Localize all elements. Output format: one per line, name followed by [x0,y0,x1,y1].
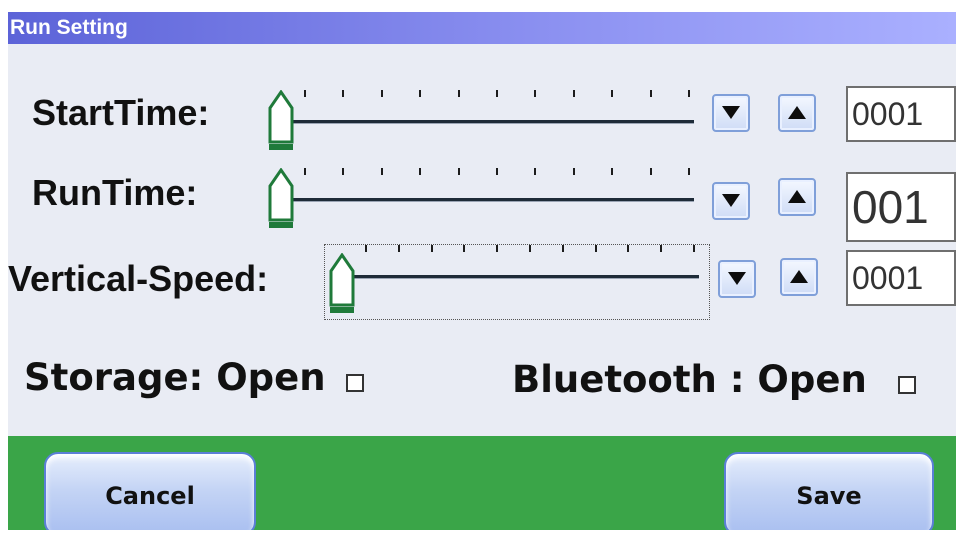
vertical-speed-value-field[interactable]: 0001 [846,250,956,306]
slider-tick [496,168,498,175]
runtime-label: RunTime: [32,172,198,213]
slider-tick [649,168,652,175]
runtime-decrease-button[interactable] [712,182,750,220]
slider-ticks [304,90,690,104]
slider-tick [688,168,690,175]
slider-tick [572,90,575,97]
slider-tick [419,168,422,175]
slider-tick [342,90,345,97]
slider-ticks [304,168,690,182]
vertical-speed-slider[interactable] [324,244,710,320]
slider-tick [365,245,367,252]
starttime-slider[interactable] [264,90,704,160]
slider-tick [594,245,597,252]
starttime-label: StartTime: [32,92,210,133]
slider-tick [534,168,537,175]
slider-tick [561,245,564,252]
storage-checkbox[interactable] [346,374,364,392]
slider-tick [534,90,537,97]
slider-tick [342,168,345,175]
slider-tick [649,90,652,97]
slider-thumb[interactable] [268,90,294,154]
button-bar: Cancel Save [8,436,956,530]
run-setting-window: Run Setting StartTime: 0001 RunTime: 001… [8,12,956,530]
triangle-up-icon [788,106,806,119]
slider-tick [611,168,614,175]
runtime-value-field[interactable]: 001 [846,172,956,242]
bluetooth-checkbox[interactable] [898,376,916,394]
window-title: Run Setting [8,12,956,44]
bluetooth-option-label: Bluetooth : Open [512,358,867,401]
vertical-speed-label: Vertical-Speed: [8,258,269,299]
slider-ticks [365,245,695,259]
slider-track [288,120,694,123]
slider-thumb[interactable] [268,168,294,232]
slider-tick [660,245,663,252]
starttime-value-field[interactable]: 0001 [846,86,956,142]
slider-tick [529,245,531,252]
slider-tick [304,168,306,175]
slider-track [349,275,699,278]
slider-thumb[interactable] [329,253,355,317]
starttime-increase-button[interactable] [778,94,816,132]
runtime-increase-button[interactable] [778,178,816,216]
slider-tick [380,90,383,97]
triangle-down-icon [722,106,740,119]
slider-tick [304,90,306,97]
slider-tick [688,90,690,97]
slider-tick [457,90,460,97]
starttime-decrease-button[interactable] [712,94,750,132]
slider-tick [572,168,575,175]
storage-option-label: Storage: Open [24,356,326,399]
slider-tick [397,245,400,252]
slider-tick [457,168,460,175]
slider-tick [380,168,383,175]
vertical-speed-increase-button[interactable] [780,258,818,296]
slider-tick [496,245,499,252]
slider-tick [463,245,466,252]
slider-tick [693,245,695,252]
triangle-down-icon [722,194,740,207]
slider-tick [496,90,498,97]
slider-tick [430,245,433,252]
slider-tick [611,90,614,97]
cancel-button[interactable]: Cancel [44,452,256,530]
slider-tick [627,245,630,252]
triangle-up-icon [788,190,806,203]
runtime-slider[interactable] [264,168,704,238]
slider-track [288,198,694,201]
save-button[interactable]: Save [724,452,934,530]
triangle-down-icon [728,272,746,285]
vertical-speed-decrease-button[interactable] [718,260,756,298]
slider-tick [419,90,422,97]
triangle-up-icon [790,270,808,283]
